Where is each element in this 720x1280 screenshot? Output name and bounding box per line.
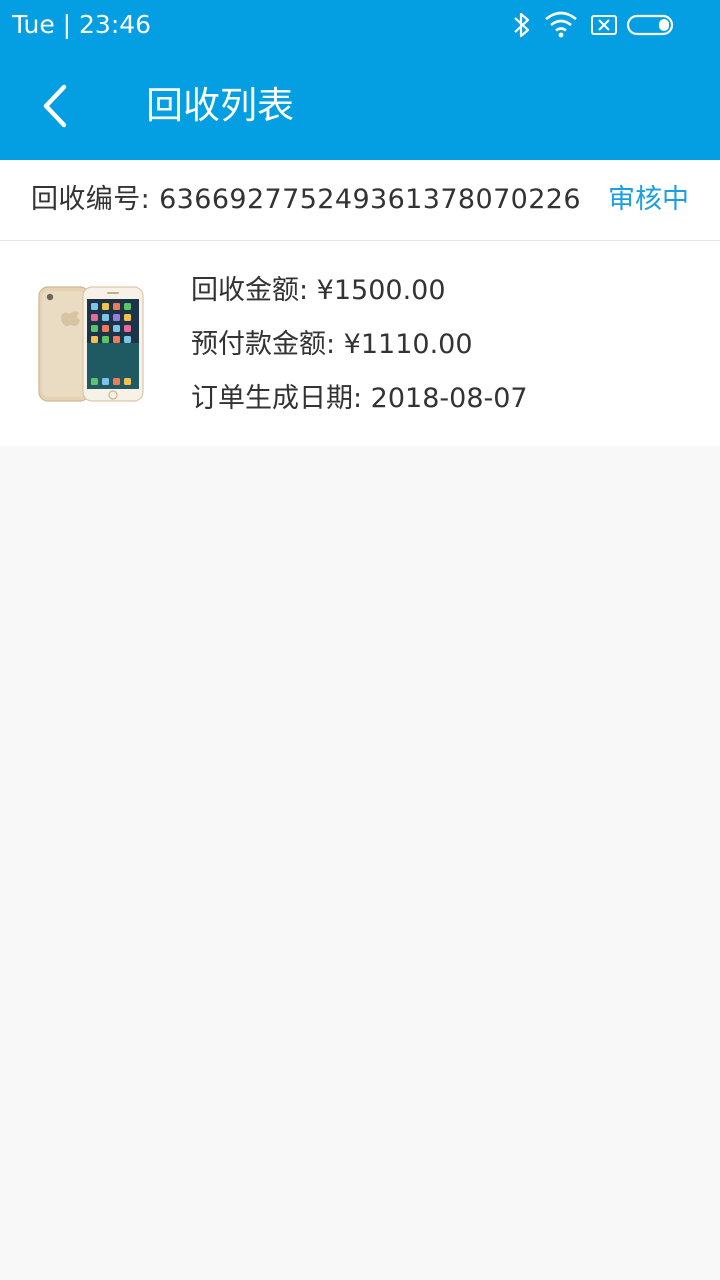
bluetooth-icon: [514, 12, 530, 38]
battery-icon: [626, 14, 674, 36]
recycle-amount: 回收金额: ¥1500.00: [191, 275, 446, 306]
order-status-badge: 审核中: [608, 184, 689, 215]
order-date: 订单生成日期: 2018-08-07: [191, 383, 528, 414]
prepay-amount: 预付款金额: ¥1110.00: [191, 329, 473, 360]
chevron-left-icon: [43, 84, 67, 128]
app-bar: 回收列表: [0, 52, 720, 160]
status-bar: Tue | 23:46: [0, 0, 720, 52]
order-header[interactable]: 回收编号: 636692775249361378070226 审核中: [0, 160, 720, 241]
order-card[interactable]: 回收金额: ¥1500.00 预付款金额: ¥1110.00 订单生成日期: 2…: [0, 241, 720, 446]
no-sim-icon: [591, 15, 617, 35]
order-number: 回收编号: 636692775249361378070226: [31, 184, 581, 215]
back-button[interactable]: [20, 74, 90, 138]
wifi-icon: [545, 11, 577, 38]
status-icons: [510, 10, 710, 40]
page-title: 回收列表: [146, 84, 294, 127]
product-image: [38, 286, 144, 402]
status-time: Tue | 23:46: [12, 10, 152, 39]
